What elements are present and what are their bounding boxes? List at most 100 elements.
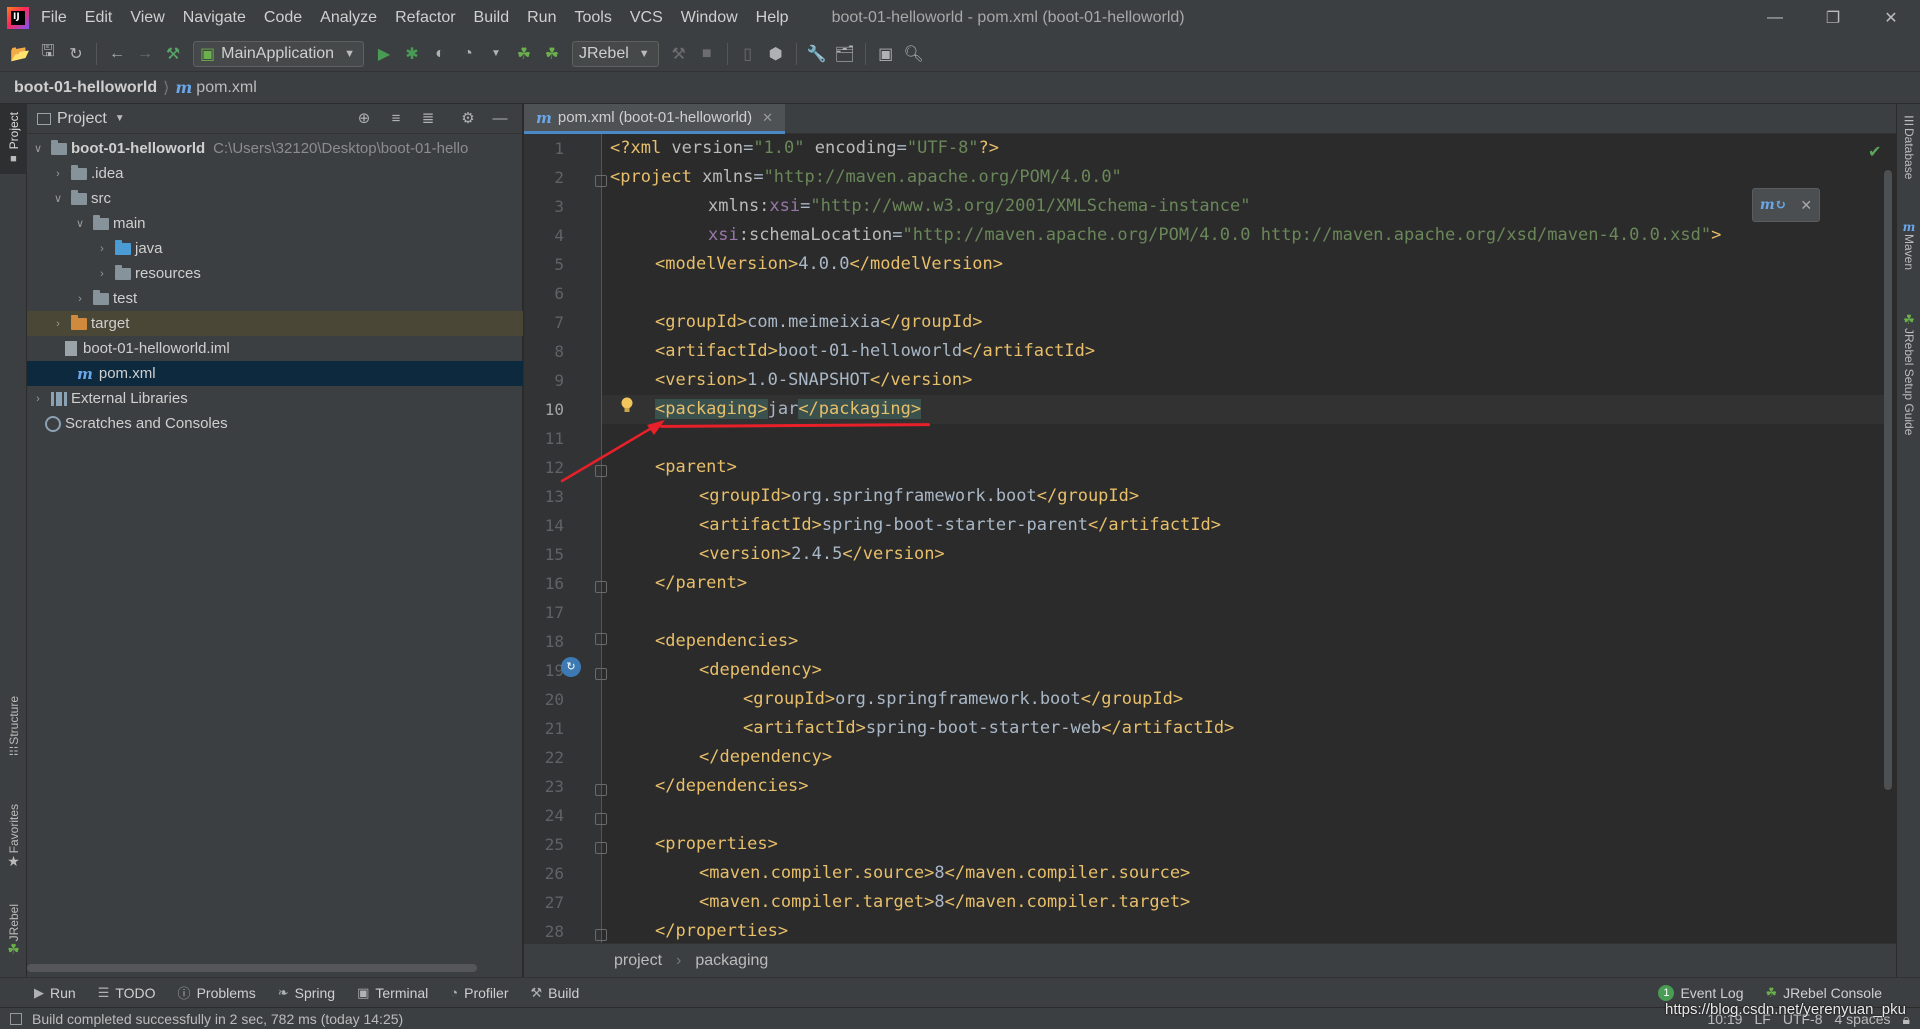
search-icon[interactable]: 🔍︎ (900, 40, 928, 68)
editor-breadcrumb-project[interactable]: project (614, 952, 662, 970)
chevron-down-icon[interactable]: ∨ (31, 142, 45, 155)
chevron-down-icon[interactable]: ▼ (115, 113, 125, 124)
synchronize-icon[interactable]: ↻ (62, 40, 90, 68)
hide-panel-icon[interactable]: — (484, 106, 516, 132)
chevron-right-icon[interactable]: › (73, 293, 87, 305)
gear-icon[interactable]: ⚙ (452, 106, 484, 132)
run-with-coverage-icon[interactable]: ◐ (426, 40, 454, 68)
tree-item-resources[interactable]: › resources (27, 261, 523, 286)
fold-marker[interactable] (595, 813, 607, 825)
run-configuration-select[interactable]: ▣ MainApplication ▼ (193, 40, 364, 67)
editor-tab-pom[interactable]: m pom.xml (boot-01-helloworld) ✕ (524, 104, 786, 134)
expand-all-icon[interactable]: ≡ (380, 106, 412, 132)
chevron-down-icon[interactable]: ∨ (51, 192, 65, 205)
attach-debugger-icon[interactable]: ⚒ (665, 40, 693, 68)
vertical-scrollbar[interactable] (1884, 170, 1892, 790)
stop-icon[interactable]: ■ (693, 40, 721, 68)
menu-refactor[interactable]: Refactor (386, 0, 464, 36)
tree-item-idea[interactable]: › .idea (27, 161, 523, 186)
menu-analyze[interactable]: Analyze (311, 0, 386, 36)
fold-marker[interactable] (595, 175, 607, 187)
jrebel-run-icon[interactable]: ☘ (510, 40, 538, 68)
collapse-all-icon[interactable]: ≣ (412, 106, 444, 132)
menu-edit[interactable]: Edit (76, 0, 122, 36)
back-arrow-icon[interactable]: ← (103, 40, 131, 68)
breadcrumb-file[interactable]: pom.xml (196, 79, 256, 97)
tool-tab-jrebel-guide[interactable]: ☘ JRebel Setup Guide (1897, 312, 1920, 435)
fold-marker[interactable] (595, 784, 607, 796)
tool-button-event-log[interactable]: 1 Event Log (1658, 985, 1744, 1001)
forward-arrow-icon[interactable]: → (131, 40, 159, 68)
device-icon[interactable]: ▯ (734, 40, 762, 68)
fold-marker[interactable] (595, 668, 607, 680)
tool-button-todo[interactable]: ☰ TODO (98, 985, 156, 1001)
tree-item-java[interactable]: › java (27, 236, 523, 261)
tool-button-terminal[interactable]: ▣ Terminal (357, 985, 428, 1001)
chevron-right-icon[interactable]: › (95, 243, 109, 255)
tree-item-src[interactable]: ∨ src (27, 186, 523, 211)
minimize-button[interactable]: — (1746, 0, 1804, 36)
tool-button-problems[interactable]: ⓘ Problems (178, 983, 256, 1002)
jrebel-select[interactable]: JRebel ▼ (571, 40, 659, 67)
tool-button-profiler[interactable]: ◔ Profiler (450, 985, 508, 1001)
tool-tab-favorites[interactable]: Favorites ★ (0, 804, 27, 870)
sdk-manager-icon[interactable]: ⬢ (762, 40, 790, 68)
horizontal-scrollbar[interactable] (27, 964, 477, 972)
open-folder-icon[interactable]: 📂 (6, 40, 34, 68)
tool-window-toggle-icon[interactable] (10, 1012, 22, 1025)
project-panel-title[interactable]: Project (57, 110, 107, 128)
project-structure-icon[interactable]: 🗂 (831, 40, 859, 68)
run-icon[interactable]: ▶ (370, 40, 398, 68)
menu-tools[interactable]: Tools (565, 0, 620, 36)
menu-navigate[interactable]: Navigate (174, 0, 255, 36)
tool-button-jrebel-console[interactable]: ☘ JRebel Console (1766, 985, 1883, 1001)
tool-button-spring[interactable]: ❧ Spring (278, 985, 335, 1001)
menu-vcs[interactable]: VCS (621, 0, 672, 36)
menu-view[interactable]: View (121, 0, 173, 36)
debug-icon[interactable]: ✱ (398, 40, 426, 68)
tool-tab-jrebel[interactable]: JRebel ☘ (0, 904, 27, 958)
maven-dependency-gutter-icon[interactable]: ↻ (561, 657, 581, 677)
editor-breadcrumb-packaging[interactable]: packaging (695, 952, 768, 970)
settings-wrench-icon[interactable]: 🔧 (803, 40, 831, 68)
menu-code[interactable]: Code (255, 0, 311, 36)
fold-marker[interactable] (595, 842, 607, 854)
maven-reload-icon[interactable]: m↻ (1760, 197, 1787, 213)
status-message[interactable]: Build completed successfully in 2 sec, 7… (32, 1011, 403, 1027)
tree-item-external-libraries[interactable]: › External Libraries (27, 386, 523, 411)
chevron-right-icon[interactable]: › (51, 168, 65, 180)
tool-button-run[interactable]: ▶ Run (34, 985, 76, 1001)
tool-tab-structure[interactable]: Structure ☷ (0, 696, 27, 758)
tool-button-build[interactable]: ⚒ Build (531, 985, 580, 1001)
menu-build[interactable]: Build (465, 0, 519, 36)
jrebel-debug-icon[interactable]: ☘ (538, 40, 566, 68)
close-tab-icon[interactable]: ✕ (762, 110, 773, 126)
tree-item-test[interactable]: › test (27, 286, 523, 311)
presentation-icon[interactable]: ▣ (872, 40, 900, 68)
tree-item-pom[interactable]: m pom.xml (27, 361, 523, 386)
more-run-options-icon[interactable]: ▼ (482, 40, 510, 68)
tree-item-scratches[interactable]: Scratches and Consoles (27, 411, 523, 436)
fold-marker[interactable] (595, 929, 607, 941)
chevron-down-icon[interactable]: ∨ (73, 217, 87, 230)
locate-file-icon[interactable]: ⊕ (348, 106, 380, 132)
menu-window[interactable]: Window (672, 0, 747, 36)
close-window-button[interactable]: ✕ (1862, 0, 1920, 36)
inspection-ok-icon[interactable]: ✔ (1868, 142, 1881, 162)
build-hammer-icon[interactable]: ⚒ (159, 40, 187, 68)
tool-tab-maven[interactable]: m Maven (1897, 220, 1920, 270)
close-icon[interactable]: ✕ (1800, 197, 1812, 214)
chevron-right-icon[interactable]: › (31, 393, 45, 405)
menu-run[interactable]: Run (518, 0, 565, 36)
chevron-right-icon[interactable]: › (95, 268, 109, 280)
breadcrumb-project[interactable]: boot-01-helloworld (14, 79, 157, 97)
restore-button[interactable]: ❐ (1804, 0, 1862, 36)
tree-item-iml[interactable]: boot-01-helloworld.iml (27, 336, 523, 361)
fold-marker[interactable] (595, 581, 607, 593)
tree-item-target[interactable]: › target (27, 311, 523, 336)
menu-help[interactable]: Help (747, 0, 798, 36)
menu-file[interactable]: File (37, 0, 76, 36)
chevron-right-icon[interactable]: › (51, 318, 65, 330)
tree-item-project-root[interactable]: ∨ boot-01-helloworld C:\Users\32120\Desk… (27, 136, 523, 161)
code-editor[interactable]: <?xml version="1.0" encoding="UTF-8"?> <… (602, 134, 1884, 943)
